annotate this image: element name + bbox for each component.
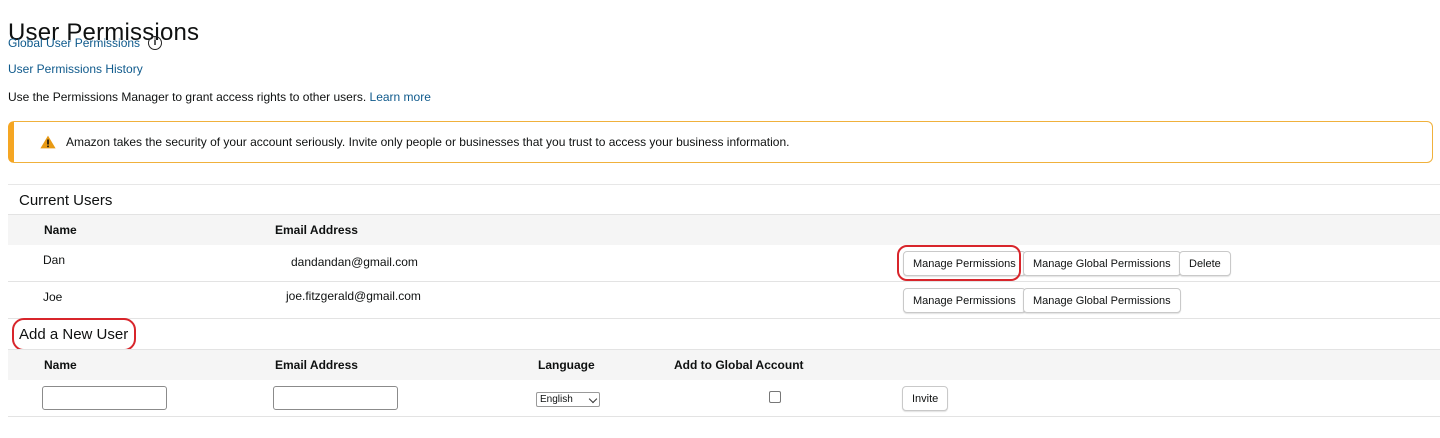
row-divider [8,318,1440,319]
add-user-header: Name Email Address Language Add to Globa… [8,349,1440,380]
column-header-global-account: Add to Global Account [674,358,804,372]
invite-button[interactable]: Invite [902,386,949,411]
new-user-email-input[interactable] [273,386,398,410]
divider [8,184,1440,185]
column-header-email: Email Address [275,223,358,237]
alert-text: Amazon takes the security of your accoun… [66,135,790,149]
add-to-global-account-checkbox[interactable] [769,391,781,403]
user-name: Dan [43,253,66,267]
user-permissions-history-link[interactable]: User Permissions History [8,62,143,76]
intro-text: Use the Permissions Manager to grant acc… [8,90,431,104]
manage-global-permissions-button[interactable]: Manage Global Permissions [1023,288,1181,313]
column-header-language: Language [538,358,595,372]
user-name: Joe [43,290,63,304]
language-selected-value: English [540,394,573,405]
global-user-permissions-link[interactable]: Global User Permissions [8,36,140,50]
row-divider [8,281,1440,282]
user-email: joe.fitzgerald@gmail.com [286,289,421,303]
global-permissions-row: Global User Permissions i [8,36,163,50]
row-divider [8,416,1440,417]
highlight-add-new-user [12,318,136,351]
info-icon[interactable]: i [148,36,163,50]
manage-global-permissions-button[interactable]: Manage Global Permissions [1023,251,1181,276]
delete-button[interactable]: Delete [1179,251,1231,276]
column-header-name: Name [44,358,77,372]
column-header-name: Name [44,223,77,237]
intro-description: Use the Permissions Manager to grant acc… [8,90,367,104]
column-header-email: Email Address [275,358,358,372]
language-select[interactable]: English [536,392,600,407]
highlight-manage-permissions [897,245,1021,281]
current-users-title: Current Users [19,192,113,209]
chevron-down-icon [588,394,598,404]
warning-icon [40,135,56,149]
security-alert: Amazon takes the security of your accoun… [8,121,1433,163]
manage-permissions-button[interactable]: Manage Permissions [903,288,1026,313]
new-user-name-input[interactable] [42,386,167,410]
learn-more-link[interactable]: Learn more [370,90,431,104]
user-email: dandandan@gmail.com [291,255,418,269]
current-users-header: Name Email Address [8,214,1440,245]
